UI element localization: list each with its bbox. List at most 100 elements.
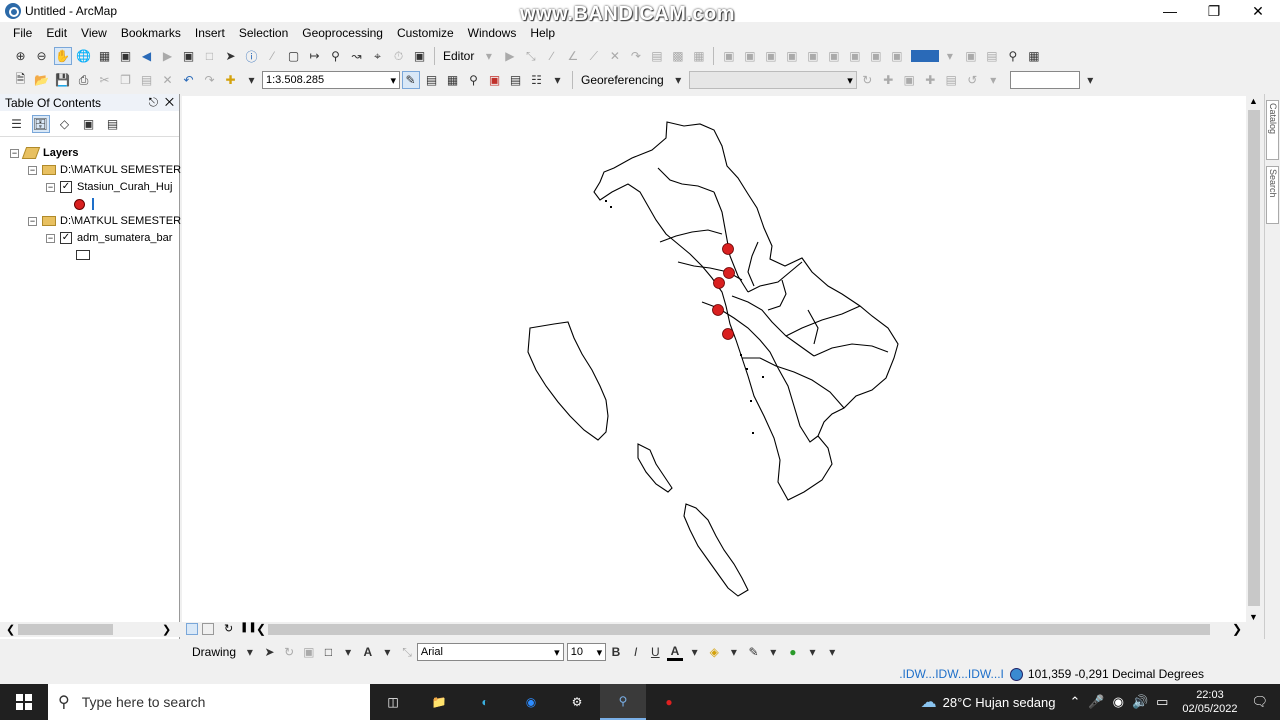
drawing-menu[interactable]: Drawing bbox=[188, 645, 240, 659]
rectangle-icon[interactable]: □ bbox=[320, 643, 337, 661]
marker-color-icon[interactable]: ● bbox=[785, 643, 802, 661]
hyperlink-icon[interactable]: ⁄ bbox=[264, 47, 282, 65]
pin-icon[interactable]: ⎋ bbox=[149, 95, 159, 109]
layer-2-symbol[interactable] bbox=[76, 247, 90, 263]
scroll-left-icon[interactable]: ❮ bbox=[256, 622, 266, 636]
scrollbar-thumb[interactable] bbox=[268, 624, 1210, 635]
tool-app-icon[interactable]: ⚙ bbox=[554, 684, 600, 720]
georeferencing-menu[interactable]: Georeferencing bbox=[577, 73, 668, 87]
search-tab[interactable]: Search bbox=[1266, 166, 1279, 224]
collapse-icon[interactable]: − bbox=[46, 233, 55, 243]
station-point[interactable] bbox=[713, 277, 725, 289]
start-button[interactable] bbox=[0, 684, 48, 720]
toc-window-icon[interactable]: ▤ bbox=[423, 71, 441, 89]
task-view-icon[interactable]: ◫ bbox=[370, 684, 416, 720]
zoom-to-selected-icon[interactable]: ▣ bbox=[300, 643, 317, 661]
text-dropdown-icon[interactable]: ▾ bbox=[379, 643, 396, 661]
menu-help[interactable]: Help bbox=[523, 26, 562, 40]
add-data-dropdown-icon[interactable]: ▾ bbox=[243, 71, 261, 89]
cut-icon[interactable]: ✂ bbox=[96, 71, 114, 89]
maximize-button[interactable]: ❐ bbox=[1192, 0, 1236, 22]
collapse-icon[interactable]: − bbox=[10, 148, 19, 158]
go-to-xy-icon[interactable]: ⌖ bbox=[369, 47, 387, 65]
menu-bookmarks[interactable]: Bookmarks bbox=[114, 26, 188, 40]
clear-selection-icon[interactable]: □ bbox=[201, 47, 219, 65]
pause-drawing-icon[interactable]: ❚❚ bbox=[240, 622, 257, 633]
menu-edit[interactable]: Edit bbox=[39, 26, 74, 40]
scroll-down-icon[interactable]: ▼ bbox=[1249, 612, 1258, 622]
forward-extent-icon[interactable]: ▶ bbox=[159, 47, 177, 65]
fill-color-dropdown-icon[interactable]: ▾ bbox=[726, 643, 743, 661]
menu-customize[interactable]: Customize bbox=[390, 26, 461, 40]
time-slider-icon[interactable]: ⏱ bbox=[390, 47, 408, 65]
arcmap-taskbar-icon[interactable]: ⚲ bbox=[600, 684, 646, 720]
line-color-icon[interactable]: ✎ bbox=[745, 643, 762, 661]
rotate-element-icon[interactable]: ↻ bbox=[281, 643, 298, 661]
layer-visibility-checkbox[interactable]: ✓ bbox=[60, 232, 72, 244]
zoom-icon[interactable]: ◉ bbox=[508, 684, 554, 720]
toc-options-icon[interactable]: ▤ bbox=[104, 115, 122, 133]
menu-insert[interactable]: Insert bbox=[188, 26, 232, 40]
search-window-icon[interactable]: ⚲ bbox=[465, 71, 483, 89]
station-point[interactable] bbox=[722, 243, 734, 255]
station-point[interactable] bbox=[723, 267, 735, 279]
marker-color-dropdown-icon[interactable]: ▾ bbox=[804, 643, 821, 661]
webcam-icon[interactable]: ◉ bbox=[1113, 694, 1124, 710]
station-point[interactable] bbox=[712, 304, 724, 316]
list-by-source-icon[interactable]: 🗄 bbox=[31, 114, 50, 133]
close-button[interactable]: ✕ bbox=[1236, 0, 1280, 22]
file-explorer-icon[interactable]: 📁 bbox=[416, 684, 462, 720]
toolbar-overflow-icon[interactable]: ▾ bbox=[824, 643, 841, 661]
delete-icon[interactable]: ✕ bbox=[159, 71, 177, 89]
map-vertical-scrollbar[interactable]: ▲ ▼ bbox=[1246, 96, 1262, 622]
new-document-icon[interactable]: 🗎 bbox=[12, 71, 30, 89]
copy-icon[interactable]: ❐ bbox=[117, 71, 135, 89]
layer-visibility-checkbox[interactable]: ✓ bbox=[60, 181, 72, 193]
weather-text[interactable]: 28°C Hujan sedang bbox=[943, 695, 1056, 710]
italic-icon[interactable]: I bbox=[627, 643, 644, 661]
redo-icon[interactable]: ↷ bbox=[201, 71, 219, 89]
color-swatch[interactable] bbox=[911, 50, 940, 62]
battery-icon[interactable]: ▭ bbox=[1156, 694, 1168, 710]
undo-icon[interactable]: ↶ bbox=[180, 71, 198, 89]
collapse-icon[interactable]: − bbox=[28, 165, 37, 175]
layer-item-adm[interactable]: − ✓ adm_sumatera_bar bbox=[46, 230, 172, 246]
toolbar-overflow-icon[interactable]: ▾ bbox=[1081, 71, 1099, 89]
measure-icon[interactable]: ↦ bbox=[306, 47, 324, 65]
python-window-icon[interactable]: ▤ bbox=[507, 71, 525, 89]
collapse-icon[interactable]: − bbox=[46, 182, 55, 192]
menu-geoprocessing[interactable]: Geoprocessing bbox=[295, 26, 390, 40]
layout-view-icon[interactable] bbox=[202, 623, 214, 635]
list-by-visibility-icon[interactable]: ◇ bbox=[56, 115, 74, 133]
layers-root[interactable]: − Layers bbox=[10, 145, 78, 161]
select-elements-icon[interactable]: ➤ bbox=[222, 47, 240, 65]
full-extent-icon[interactable]: 🌐 bbox=[75, 47, 93, 65]
edge-icon[interactable]: ◐ bbox=[462, 684, 508, 720]
menu-view[interactable]: View bbox=[74, 26, 114, 40]
open-icon[interactable]: 📂 bbox=[33, 71, 51, 89]
editor-dropdown-icon[interactable]: ▾ bbox=[480, 47, 498, 65]
create-viewer-icon[interactable]: ▣ bbox=[411, 47, 429, 65]
drawing-dropdown-icon[interactable]: ▾ bbox=[242, 643, 259, 661]
chevron-up-icon[interactable]: ⌃ bbox=[1070, 694, 1081, 710]
menu-file[interactable]: File bbox=[6, 26, 39, 40]
swatch-dropdown-icon[interactable]: ▾ bbox=[941, 47, 959, 65]
notifications-icon[interactable]: 🗨 bbox=[1251, 694, 1268, 710]
html-popup-icon[interactable]: ▢ bbox=[285, 47, 303, 65]
fill-color-icon[interactable]: ◈ bbox=[706, 643, 723, 661]
microphone-icon[interactable]: 🎤 bbox=[1088, 694, 1104, 710]
zoom-in-icon[interactable]: ⊕ bbox=[12, 47, 30, 65]
close-icon[interactable]: ✕ bbox=[165, 95, 174, 109]
arctoolbox-icon[interactable]: ▣ bbox=[486, 71, 504, 89]
underline-icon[interactable]: U bbox=[647, 643, 664, 661]
menu-windows[interactable]: Windows bbox=[461, 26, 524, 40]
toc-horizontal-scrollbar[interactable]: ❮ ❯ bbox=[0, 622, 180, 637]
layer-1-symbol[interactable] bbox=[74, 196, 94, 212]
fixed-zoom-in-icon[interactable]: ▦ bbox=[96, 47, 114, 65]
back-extent-icon[interactable]: ◀ bbox=[138, 47, 156, 65]
layer-item-stasiun[interactable]: − ✓ Stasiun_Curah_Huj bbox=[46, 179, 172, 195]
select-elements-icon[interactable]: ➤ bbox=[261, 643, 278, 661]
find-route-icon[interactable]: ↝ bbox=[348, 47, 366, 65]
catalog-tab[interactable]: Catalog bbox=[1266, 100, 1279, 160]
binoculars-icon[interactable]: ⚲ bbox=[1004, 47, 1022, 65]
